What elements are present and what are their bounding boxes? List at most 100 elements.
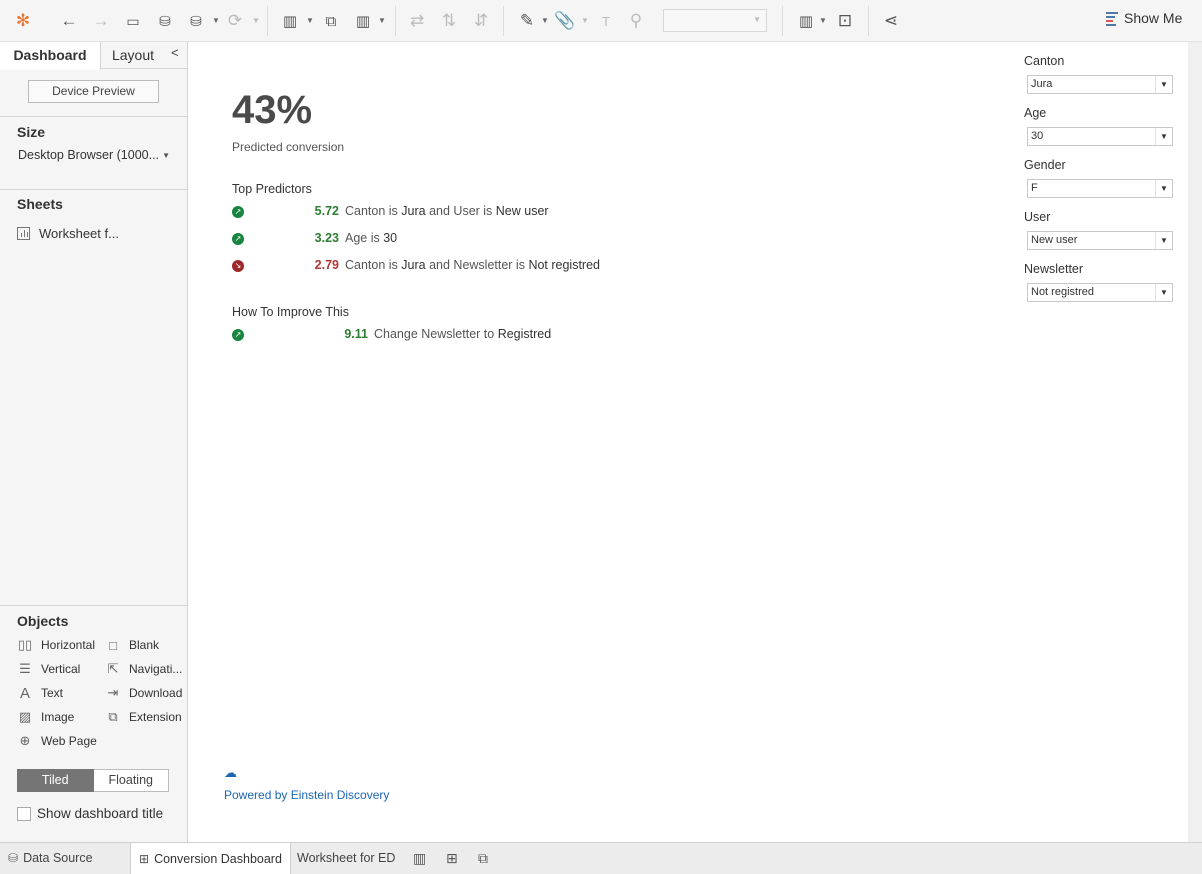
new-data-source-icon[interactable]: ⛁ [152,8,178,34]
redo-icon[interactable]: → [88,8,114,34]
chevron-down-icon: ▼ [1155,76,1172,93]
undo-icon[interactable]: ← [56,8,82,34]
show-mark-labels-icon[interactable]: T [593,8,619,34]
predictor-text: Age is 30 [345,231,398,245]
object-label: Extension [129,710,182,724]
filter-gender-dropdown[interactable]: F ▼ [1027,179,1173,198]
show-title-checkbox-row[interactable]: Show dashboard title [17,806,163,821]
size-dropdown[interactable]: Desktop Browser (1000... ▼ [18,148,170,162]
show-cards-caret-icon[interactable]: ▼ [819,16,827,25]
clear-sheet-caret-icon[interactable]: ▼ [378,16,386,25]
toolbar-divider [267,6,268,36]
sheet-item[interactable]: Worksheet f... [17,226,119,241]
image-icon: ▨ [18,709,32,724]
fit-dropdown[interactable]: ▼ [663,9,767,32]
highlight-caret-icon[interactable]: ▼ [541,16,549,25]
collapse-panel-icon[interactable]: < [171,45,179,60]
device-preview-button[interactable]: Device Preview [28,80,159,103]
show-cards-icon[interactable]: ▥ [793,8,819,34]
highlight-icon[interactable]: ✎ [514,8,540,34]
filter-label-user: User [1024,210,1051,224]
horizontal-container-icon: ▯▯ [17,637,33,652]
object-navigation[interactable]: ⇱ Navigati... [105,661,183,676]
tab-label: Conversion Dashboard [154,851,282,866]
fix-axes-icon[interactable]: ⚲ [623,8,649,34]
left-panel: Dashboard Layout < Device Preview Size D… [0,42,188,842]
object-label: Text [41,686,64,700]
predictor-value: 3.23 [314,231,339,245]
tab-worksheet-for-ed[interactable]: Worksheet for ED [297,843,395,873]
canvas-scroll-area [1188,42,1202,842]
chevron-down-icon: ▼ [1155,128,1172,145]
show-me-label: Show Me [1124,10,1183,26]
predicted-conversion-label: Predicted conversion [232,140,345,154]
tab-dashboard[interactable]: Dashboard [0,42,101,70]
object-extension[interactable]: ⧉ Extension [105,709,182,724]
pause-updates-caret-icon[interactable]: ▼ [212,16,220,25]
filter-age-dropdown[interactable]: 30 ▼ [1027,127,1173,146]
object-download[interactable]: ⇥ Download [105,685,183,700]
divider [0,116,187,117]
chevron-down-icon: ▼ [1155,180,1172,197]
duplicate-sheet-icon[interactable]: ⧉ [318,8,344,34]
predictor-row: ↗ 3.23 Age is 30 [232,231,652,247]
improvement-row: ↗ 9.11 Change Newsletter to Registred [232,327,652,343]
object-vertical[interactable]: ☰ Vertical [17,661,80,676]
vertical-container-icon: ☰ [19,661,31,676]
toolbar-divider [503,6,504,36]
object-blank[interactable]: □ Blank [105,638,159,653]
panel-tabs: Dashboard Layout < [0,42,187,70]
arrow-down-icon: ↘ [232,260,244,272]
database-icon: ⛁ [8,851,19,865]
show-me-button[interactable]: Show Me [1106,10,1182,26]
predicted-conversion-value: 43% [232,88,313,132]
presentation-mode-icon[interactable]: ⊡ [832,8,858,34]
refresh-icon[interactable]: ⟳ [222,8,248,34]
tab-layout[interactable]: Layout [101,42,165,69]
object-image[interactable]: ▨ Image [17,709,75,724]
powered-by-einstein[interactable]: Powered by Einstein Discovery [224,788,389,802]
sort-descending-icon[interactable]: ⇵ [468,8,494,34]
new-worksheet-caret-icon[interactable]: ▼ [306,16,314,25]
object-web-page[interactable]: ⊕ Web Page [17,733,97,748]
group-caret-icon[interactable]: ▼ [581,16,589,25]
tab-conversion-dashboard[interactable]: ⊞ Conversion Dashboard [130,843,291,874]
arrow-up-icon: ↗ [232,233,244,245]
tableau-logo-icon[interactable]: ✻ [10,8,36,34]
object-text[interactable]: A Text [17,685,64,702]
pause-updates-icon[interactable]: ⛁ [183,8,209,34]
swap-axes-icon[interactable]: ⇄ [404,8,430,34]
tab-data-source[interactable]: ⛁ Data Source [8,843,93,873]
chevron-down-icon: ▼ [1155,232,1172,249]
filter-value: New user [1031,234,1078,246]
floating-button[interactable]: Floating [93,769,169,792]
refresh-caret-icon[interactable]: ▼ [252,16,260,25]
clear-sheet-icon[interactable]: ▥ [350,8,376,34]
show-title-checkbox[interactable] [17,806,31,821]
extension-icon: ⧉ [108,709,118,724]
objects-section-title: Objects [17,613,69,629]
show-title-label: Show dashboard title [37,806,164,821]
sheets-section-title: Sheets [17,196,63,212]
filter-user-dropdown[interactable]: New user ▼ [1027,231,1173,250]
web-page-icon: ⊕ [19,733,31,748]
filter-value: Not registred [1031,286,1094,298]
tiled-button[interactable]: Tiled [17,769,94,792]
filter-newsletter-dropdown[interactable]: Not registred ▼ [1027,283,1173,302]
object-horizontal[interactable]: ▯▯ Horizontal [17,637,95,652]
divider [0,605,187,606]
sort-ascending-icon[interactable]: ⇅ [436,8,462,34]
object-label: Download [129,686,183,700]
predictor-row: ↗ 5.72 Canton is Jura and User is New us… [232,204,652,220]
new-worksheet-icon[interactable]: ▥ [277,8,303,34]
group-members-icon[interactable]: 📎 [552,8,578,34]
navigation-icon: ⇱ [107,661,119,676]
save-icon[interactable]: ▭ [120,8,146,34]
new-worksheet-tab-icon[interactable]: ▥ [413,850,426,867]
tab-label: Worksheet for ED [297,851,396,865]
new-dashboard-tab-icon[interactable]: ⊞ [446,850,458,867]
filter-canton-dropdown[interactable]: Jura ▼ [1027,75,1173,94]
new-story-tab-icon[interactable]: ⧉ [478,850,488,867]
share-icon[interactable]: ⋖ [878,8,904,34]
filter-label-age: Age [1024,106,1047,120]
